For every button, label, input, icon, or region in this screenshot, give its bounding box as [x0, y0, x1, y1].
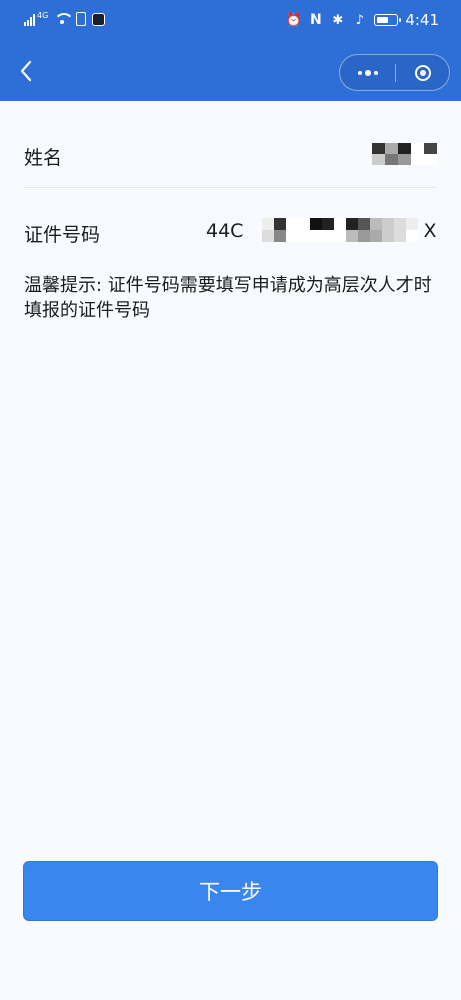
more-dots-icon	[357, 70, 362, 75]
id-value-redacted	[262, 218, 418, 242]
bluetooth-icon: ✱	[332, 12, 344, 28]
app-header: 4G ⏰ N ✱ ♪ 4:41	[0, 0, 461, 101]
more-dot-center	[364, 69, 371, 76]
nfc-icon: N	[309, 12, 322, 28]
page-content: 姓名 证件号码 44C X 温馨提示: 证件号码需要填写申请成为高层次人才时填报…	[0, 101, 461, 1000]
name-label: 姓名	[24, 147, 63, 169]
alarm-icon: ⏰	[285, 12, 302, 28]
id-row: 证件号码 44C X	[24, 196, 437, 266]
more-dot-right	[373, 70, 378, 75]
nav-bar	[0, 44, 461, 101]
chevron-left-icon	[20, 60, 32, 82]
name-row: 姓名	[24, 121, 437, 188]
target-close-icon	[415, 64, 431, 81]
status-right: ⏰ N ✱ ♪ 4:41	[286, 11, 439, 29]
more-button[interactable]	[340, 55, 395, 90]
signal-icon	[24, 12, 35, 26]
id-label: 证件号码	[24, 224, 101, 246]
network-label: 4G	[37, 10, 49, 20]
battery-icon	[374, 14, 402, 26]
next-step-button[interactable]: 下一步	[23, 861, 438, 921]
vibrate-icon: ♪	[355, 12, 364, 28]
id-value-suffix: X	[423, 220, 437, 242]
mini-program-capsule	[339, 54, 450, 91]
back-button[interactable]	[14, 56, 38, 86]
name-value-redacted	[372, 143, 437, 165]
status-left: 4G	[24, 10, 106, 26]
app-notification-icon	[92, 12, 106, 26]
close-button[interactable]	[396, 55, 450, 90]
sim-icon	[76, 12, 87, 26]
id-value-prefix: 44C	[206, 220, 244, 242]
wifi-icon	[54, 13, 75, 25]
status-time: 4:41	[405, 11, 439, 29]
hint-text: 温馨提示: 证件号码需要填写申请成为高层次人才时填报的证件号码	[24, 275, 432, 321]
status-bar: 4G ⏰ N ✱ ♪ 4:41	[0, 0, 461, 44]
